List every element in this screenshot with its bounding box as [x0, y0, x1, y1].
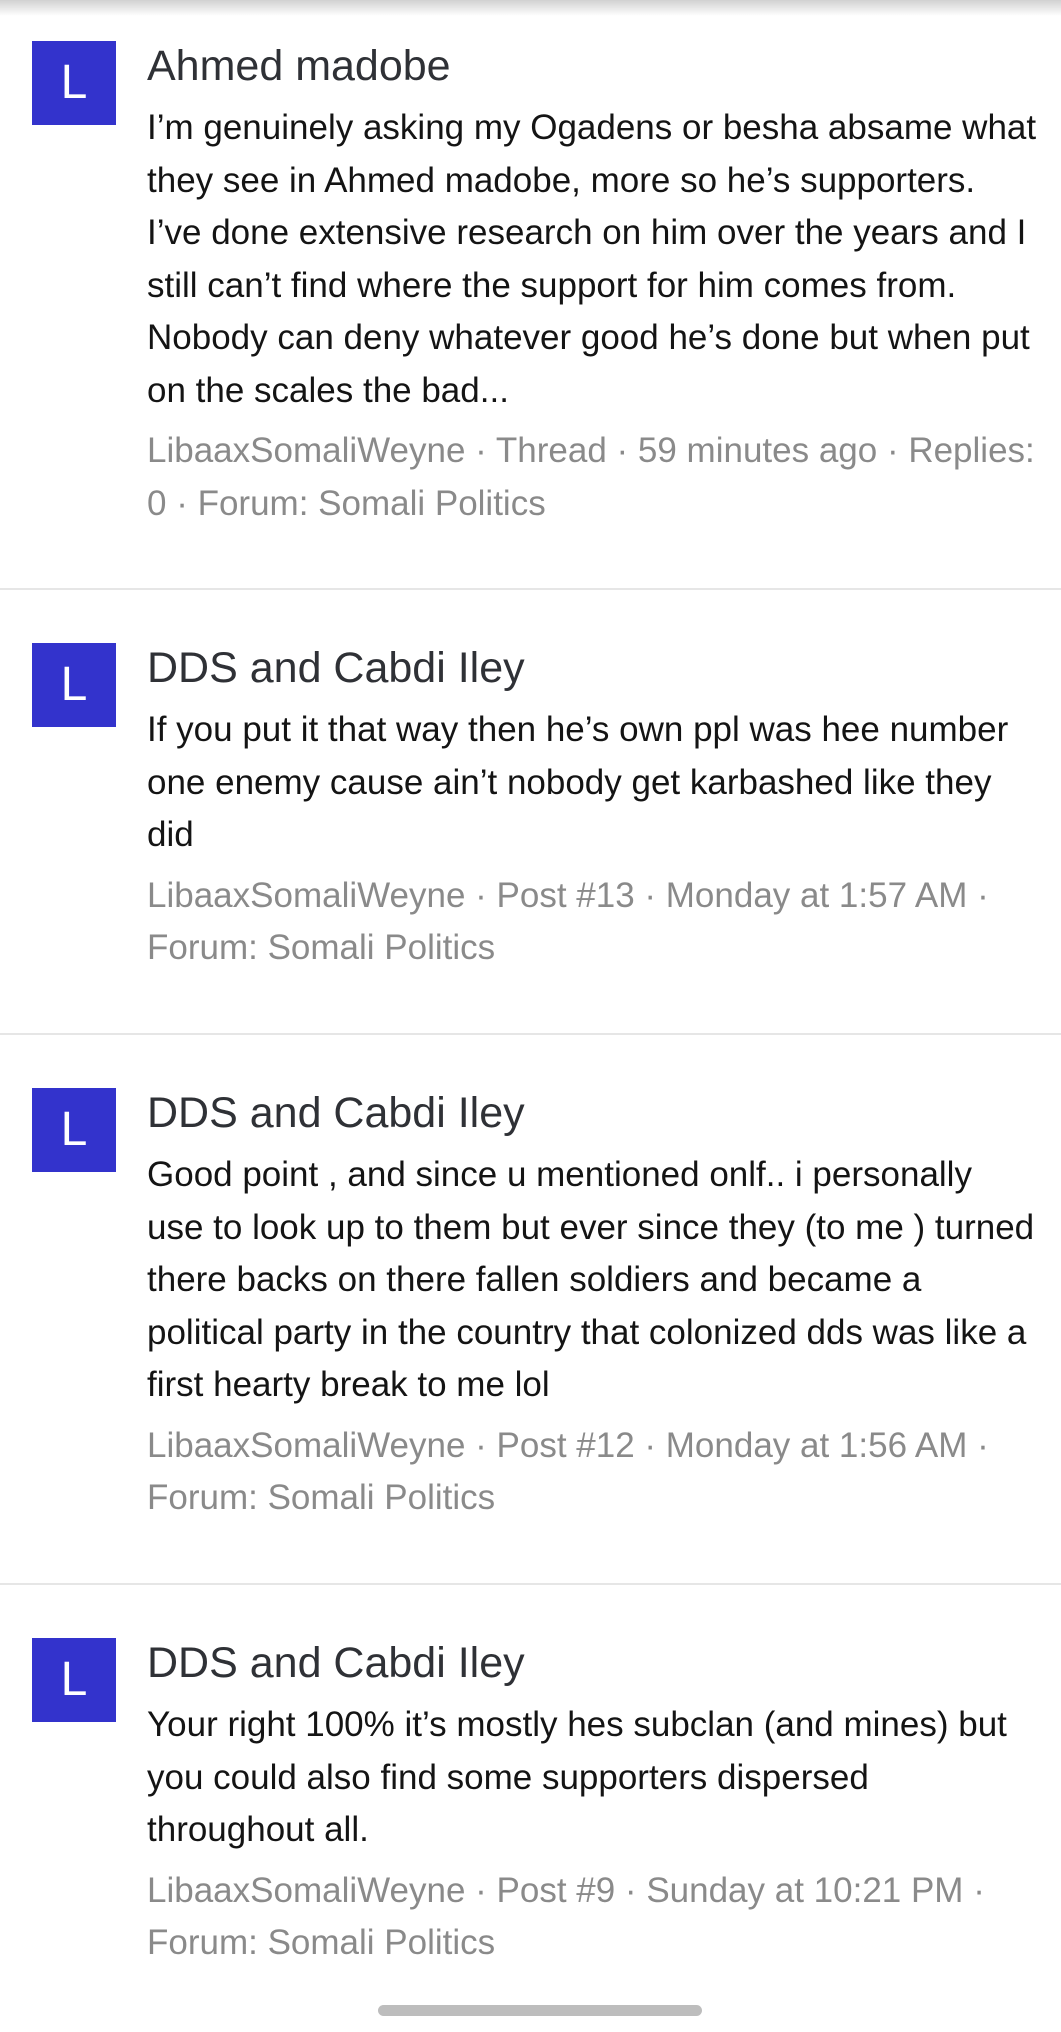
result-title[interactable]: DDS and Cabdi Iley: [147, 1637, 1037, 1689]
user-avatar[interactable]: L: [32, 1638, 116, 1722]
result-content: DDS and Cabdi Iley Your right 100% it’s …: [147, 1637, 1037, 1970]
result-title[interactable]: DDS and Cabdi Iley: [147, 642, 1037, 694]
result-meta: LibaaxSomaliWeyne · Thread · 59 minutes …: [147, 431, 1035, 523]
user-avatar[interactable]: L: [32, 1088, 116, 1172]
result-content: DDS and Cabdi Iley If you put it that wa…: [147, 642, 1037, 975]
user-avatar[interactable]: L: [32, 41, 116, 125]
top-shadow: [0, 0, 1061, 16]
home-indicator-bar[interactable]: [378, 2005, 702, 2016]
divider: [0, 1033, 1061, 1035]
divider: [0, 588, 1061, 590]
result-meta: LibaaxSomaliWeyne · Post #9 · Sunday at …: [147, 1870, 985, 1963]
result-title[interactable]: DDS and Cabdi Iley: [147, 1087, 1037, 1139]
result-snippet: Good point , and since u mentioned onlf.…: [147, 1155, 1035, 1404]
result-meta: LibaaxSomaliWeyne · Post #13 · Monday at…: [147, 875, 989, 968]
result-content: DDS and Cabdi Iley Good point , and sinc…: [147, 1087, 1037, 1525]
result-snippet: If you put it that way then he’s own ppl…: [147, 710, 1009, 854]
result-title[interactable]: Ahmed madobe: [147, 40, 1037, 92]
result-meta: LibaaxSomaliWeyne · Post #12 · Monday at…: [147, 1425, 989, 1518]
divider: [0, 1583, 1061, 1585]
result-snippet: I’m genuinely asking my Ogadens or besha…: [147, 108, 1037, 410]
user-avatar[interactable]: L: [32, 643, 116, 727]
result-content: Ahmed madobe I’m genuinely asking my Oga…: [147, 40, 1037, 530]
result-snippet: Your right 100% it’s mostly hes subclan …: [147, 1705, 1007, 1849]
